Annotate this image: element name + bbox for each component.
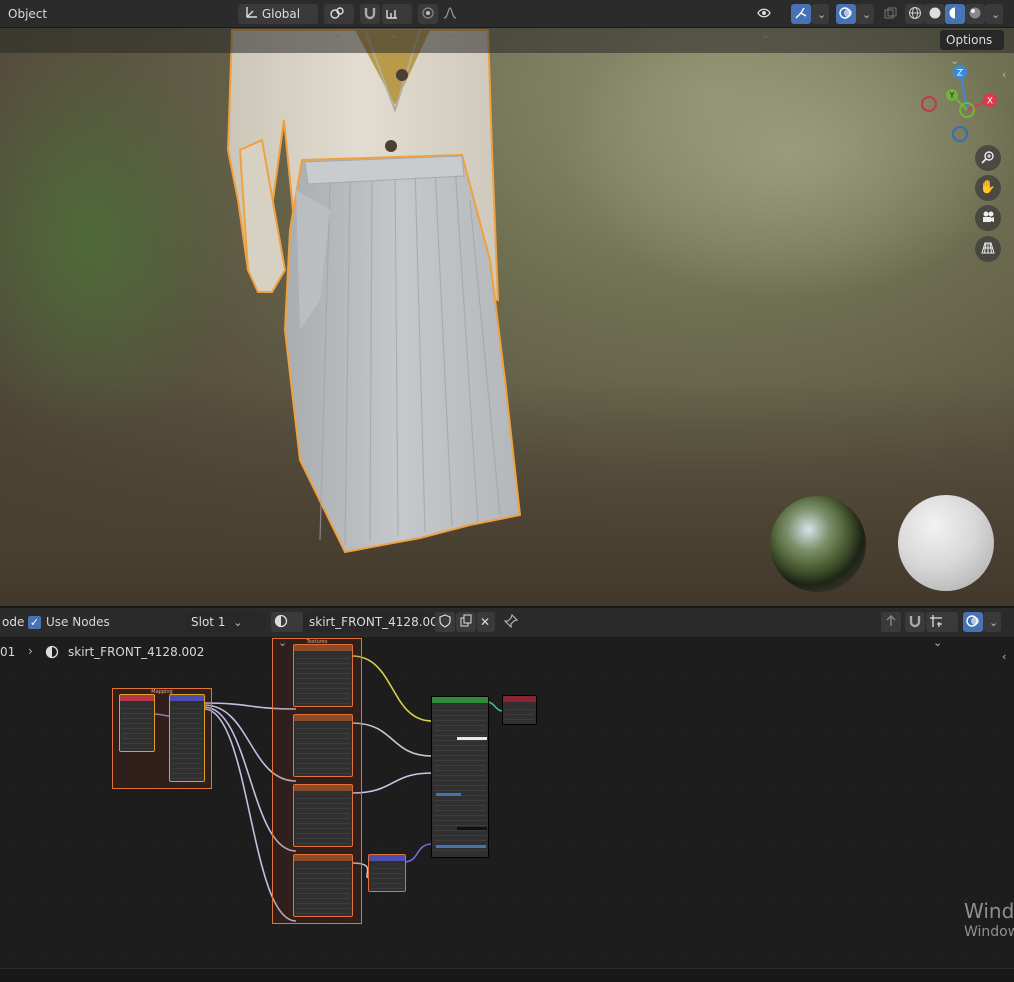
normal-map-node-header [369,855,405,861]
gizmo-y-label: Y [949,91,955,100]
image-texture-node-basecolor[interactable] [293,644,353,707]
overlays-dropdown[interactable] [856,4,874,24]
hdri-preview-sphere [770,496,866,592]
diffuse-preview-sphere [898,495,994,591]
principled-bsdf-node[interactable] [431,696,489,858]
activation-watermark-title: Windo [964,899,1014,923]
pivot-icon [330,7,344,19]
texture-coordinate-node-sockets [122,704,152,749]
pan-button[interactable]: ✋ [975,175,1001,201]
material-sphere-icon [949,7,961,19]
material-output-node-sockets [505,705,534,722]
object-mode-label: Object [8,7,48,21]
overlays-toggle[interactable] [836,4,856,24]
xray-toggle[interactable] [880,4,900,24]
image-texture-node-sockets [296,724,350,774]
xray-icon [884,7,897,19]
transform-orientation-dropdown[interactable]: Global [238,4,318,24]
status-bar [0,968,1014,982]
falloff-curve-icon [443,7,457,19]
zoom-magnifier-icon [981,151,994,164]
options-label: Options [946,33,993,47]
normal-map-node[interactable] [368,854,406,892]
navigation-gizmo[interactable]: Z X Y [915,60,1005,150]
principled-bsdf-node-header [432,697,488,703]
emission-swatch[interactable] [457,827,487,830]
image-texture-node-sockets [296,794,350,844]
hand-icon: ✋ [979,180,997,195]
node-links [151,655,504,922]
mapping-node-sockets [172,704,202,779]
image-texture-node-alpha[interactable] [293,784,353,847]
sidebar-toggle-arrow-icon[interactable]: ‹ [1002,68,1014,82]
snap-increment-icon [386,10,397,19]
base-color-swatch[interactable] [457,737,487,740]
value-slider-fill[interactable] [436,793,461,796]
shirt-button [385,140,397,152]
rendered-sphere-icon [969,7,981,19]
snap-toggle[interactable] [360,4,380,24]
shading-rendered-button[interactable] [965,4,985,24]
gizmo-arrows-icon [795,7,807,19]
shading-wireframe-button[interactable] [905,4,925,24]
options-dropdown[interactable]: Options [940,30,1004,50]
snap-target-dropdown[interactable] [382,4,412,24]
camera-view-button[interactable] [975,205,1001,231]
pivot-point-dropdown[interactable] [324,4,354,24]
texture-coordinate-node-header [120,695,154,701]
viewport-header: Object Global [0,0,1014,28]
image-texture-node-header [294,645,352,651]
grid-perspective-icon [981,242,995,254]
clothing-model[interactable] [0,0,1014,606]
image-texture-node-header [294,855,352,861]
object-mode-menu[interactable]: Object [2,4,53,24]
image-texture-node-header [294,785,352,791]
gizmo-toggle[interactable] [791,4,811,24]
3d-viewport[interactable]: Object Global ⌄ ⌄ ⌄ ⌄ ⌄ ⌄ ⌄ ⌄ Options ⌄ … [0,0,1014,606]
zoom-button[interactable] [975,145,1001,171]
camera-icon [983,211,994,222]
shirt-button [396,69,408,81]
normal-map-node-sockets [371,864,403,889]
principled-bsdf-node-sockets [434,706,486,855]
visibility-dropdown[interactable] [754,4,788,24]
perspective-toggle-button[interactable] [975,236,1001,262]
material-output-node[interactable] [502,695,537,725]
shading-dropdown[interactable] [985,4,1003,24]
alpha-slider-fill[interactable] [436,845,486,848]
gizmo-z-label: Z [957,69,963,79]
gizmo-x-label: X [987,97,993,107]
material-output-node-header [503,696,536,702]
image-texture-node-sockets [296,864,350,914]
proportional-editing-icon [422,7,434,19]
transform-orientation-label: Global [261,7,301,21]
image-texture-node-roughness[interactable] [293,714,353,777]
gizmo-dropdown[interactable] [811,4,829,24]
solid-sphere-icon [929,7,941,19]
texture-coordinate-node[interactable] [119,694,155,752]
proportional-editing-toggle[interactable] [418,4,438,24]
wireframe-sphere-icon [909,7,921,19]
image-texture-node-header [294,715,352,721]
shading-material-button[interactable] [945,4,965,24]
eye-icon [757,8,771,18]
shading-solid-button[interactable] [925,4,945,24]
mapping-node[interactable] [169,694,205,782]
proportional-falloff-dropdown[interactable] [440,4,470,24]
blender-window: Object Global ⌄ ⌄ ⌄ ⌄ ⌄ ⌄ ⌄ ⌄ Options ⌄ … [0,0,1014,982]
transform-axes-icon [246,7,257,18]
image-texture-node-sockets [296,654,350,704]
shader-node-editor[interactable]: ode ✓ Use Nodes Slot 1 skirt_FRONT_4128.… [0,606,1014,982]
activation-watermark-subtitle: Window [964,924,1014,940]
mapping-node-header [170,695,204,701]
image-texture-node-normal[interactable] [293,854,353,917]
magnet-icon [364,8,376,20]
overlays-icon [839,7,852,19]
viewport-subheader: Options [0,28,1014,53]
